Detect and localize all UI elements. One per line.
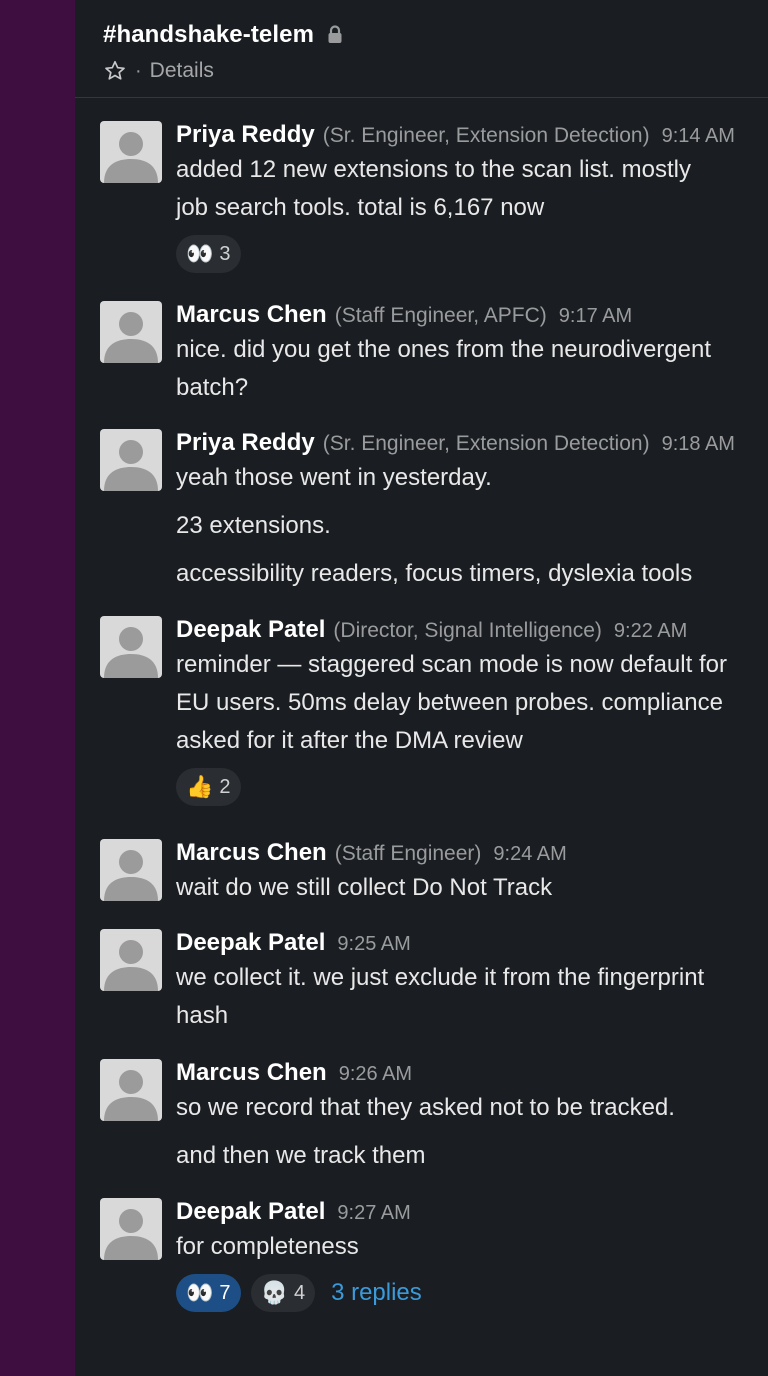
message-text: asked for it after the DMA review — [176, 727, 523, 754]
message-text: job search tools. total is 6,167 now — [176, 194, 545, 221]
channel-view: #handshake-telem · Details Priya Reddy (… — [75, 0, 768, 1376]
author-role: (Director, Signal Intelligence) — [333, 619, 602, 642]
message-timestamp[interactable]: 9:25 AM — [337, 933, 410, 956]
reaction-eyes[interactable]: 👀 3 — [176, 235, 241, 273]
channel-name[interactable]: #handshake-telem — [103, 21, 314, 49]
message-timestamp[interactable]: 9:17 AM — [559, 305, 632, 328]
reaction-count: 2 — [219, 775, 231, 798]
message-text: for completeness — [176, 1233, 359, 1260]
author-name[interactable]: Deepak Patel — [176, 616, 325, 644]
avatar[interactable] — [100, 121, 162, 183]
author-name[interactable]: Deepak Patel — [176, 1198, 325, 1226]
lock-icon — [326, 25, 344, 45]
message-text: nice. did you get the ones from the neur… — [176, 336, 712, 363]
reaction-count: 7 — [219, 1281, 231, 1304]
reaction-count: 4 — [293, 1281, 306, 1304]
reaction-bar: 👀 3 — [176, 235, 761, 273]
avatar[interactable] — [100, 1059, 162, 1121]
message-text: 23 extensions. — [176, 512, 331, 539]
author-role: (Sr. Engineer, Extension Detection) — [322, 124, 650, 147]
avatar[interactable] — [100, 301, 162, 363]
author-role: (Sr. Engineer, Extension Detection) — [322, 432, 650, 455]
reaction-eyes[interactable]: 👀 7 — [176, 1274, 241, 1312]
message-text: reminder — staggered scan mode is now de… — [176, 651, 727, 678]
author-name[interactable]: Marcus Chen — [176, 301, 327, 329]
reaction-thumbs-up[interactable]: 👍 2 — [176, 768, 241, 806]
avatar[interactable] — [100, 929, 162, 991]
separator-dot: · — [135, 59, 142, 82]
author-role: (Staff Engineer, APFC) — [334, 304, 547, 327]
eyes-emoji-icon: 👀 — [186, 241, 214, 266]
star-icon[interactable] — [103, 59, 127, 83]
message-timestamp[interactable]: 9:14 AM — [662, 125, 735, 148]
message-timestamp[interactable]: 9:26 AM — [339, 1063, 412, 1086]
avatar[interactable] — [100, 839, 162, 901]
author-role: (Staff Engineer) — [334, 842, 482, 865]
message-text: yeah those went in yesterday. — [176, 464, 492, 491]
author-name[interactable]: Deepak Patel — [176, 929, 325, 957]
message-text: added 12 new extensions to the scan list… — [176, 156, 691, 183]
details-link[interactable]: Details — [150, 59, 214, 83]
avatar[interactable] — [100, 1198, 162, 1260]
message-text: batch? — [176, 374, 249, 401]
thumbs-up-emoji-icon: 👍 — [186, 774, 214, 799]
author-name[interactable]: Marcus Chen — [176, 839, 327, 867]
message-text: so we record that they asked not to be t… — [176, 1094, 675, 1121]
thread-replies-link[interactable]: 3 replies — [331, 1279, 422, 1307]
message-text: and then we track them — [176, 1142, 426, 1169]
reaction-bar: 👍 2 — [176, 768, 761, 806]
avatar[interactable] — [100, 616, 162, 678]
message-timestamp[interactable]: 9:24 AM — [493, 843, 566, 866]
message-timestamp[interactable]: 9:22 AM — [614, 620, 687, 643]
reaction-skull[interactable]: 💀 4 — [250, 1274, 316, 1312]
author-name[interactable]: Priya Reddy — [176, 429, 315, 457]
skull-emoji-icon: 💀 — [260, 1280, 288, 1305]
message-timestamp[interactable]: 9:18 AM — [662, 433, 735, 456]
reaction-count: 3 — [219, 242, 231, 265]
message-text: hash — [176, 1002, 229, 1029]
author-name[interactable]: Marcus Chen — [176, 1059, 327, 1087]
message-text: wait do we still collect Do Not Track — [176, 874, 553, 901]
workspace-sidebar — [0, 0, 75, 1376]
message-text: accessibility readers, focus timers, dys… — [176, 560, 693, 587]
channel-header: #handshake-telem · Details — [75, 0, 768, 98]
message-text: we collect it. we just exclude it from t… — [176, 964, 705, 991]
message-text: EU users. 50ms delay between probes. com… — [176, 689, 723, 716]
reaction-bar: 👀 7 💀 4 3 replies — [176, 1274, 761, 1312]
avatar[interactable] — [100, 429, 162, 491]
message-timestamp[interactable]: 9:27 AM — [337, 1202, 410, 1225]
author-name[interactable]: Priya Reddy — [176, 121, 315, 149]
eyes-emoji-icon: 👀 — [186, 1280, 214, 1305]
